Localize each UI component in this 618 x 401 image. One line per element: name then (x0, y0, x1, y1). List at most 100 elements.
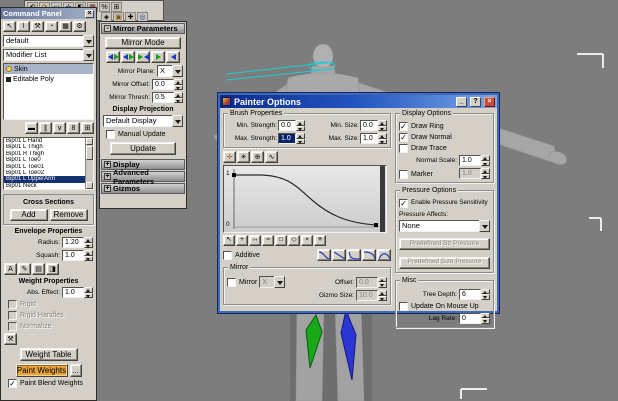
minimize-icon[interactable]: _ (456, 96, 467, 107)
spinner-arrows-icon[interactable] (174, 92, 183, 103)
scroll-thumb[interactable] (86, 146, 93, 160)
tab-modify[interactable]: ⌇ (17, 21, 30, 32)
paste-blue-bones-icon[interactable] (166, 51, 180, 63)
mirror-mode-button[interactable]: Mirror Mode (105, 37, 181, 49)
spinner-arrows-icon[interactable] (378, 276, 387, 288)
expand-icon[interactable]: + (104, 185, 111, 192)
manual-update-checkbox[interactable]: Manual Update (106, 130, 186, 139)
mirror-checkbox[interactable]: Mirror (227, 277, 257, 287)
remove-modifier-icon[interactable]: 8 (67, 122, 80, 134)
chevron-down-icon[interactable] (172, 65, 183, 77)
draw-ring-checkbox[interactable]: ✓ Draw Ring (399, 122, 490, 131)
tab-create[interactable]: ↖ (3, 21, 16, 32)
grid-icon[interactable]: ⊞ (111, 2, 122, 12)
modifier-stack[interactable]: Skin Editable Poly (3, 63, 94, 120)
spinner-arrows-icon[interactable] (481, 312, 490, 324)
mirror-paste-green-blue-icon[interactable] (106, 51, 120, 63)
lag-rate-spinner[interactable]: 0 (459, 312, 490, 324)
chevron-down-icon[interactable] (83, 35, 94, 47)
curve-preset-fast-icon[interactable] (347, 249, 361, 261)
smooth-point-icon[interactable]: ≈ (262, 235, 274, 246)
show-end-result-icon[interactable]: ∥ (39, 122, 52, 134)
corner-point-icon[interactable]: □ (275, 235, 287, 246)
spinner-arrows-icon[interactable] (296, 120, 305, 131)
falloff-graph[interactable]: 1 0 (223, 165, 387, 233)
add-button[interactable]: Add (9, 209, 48, 221)
close-icon[interactable]: × (484, 96, 495, 107)
spinner-arrows-icon[interactable] (481, 288, 490, 300)
display-projection-dropdown[interactable]: Default Display (103, 115, 183, 127)
move-point-icon[interactable]: ✛ (223, 151, 236, 163)
weight-tool-icon[interactable]: ⚒ (4, 333, 17, 345)
gizmo-size-spinner[interactable]: 10.0 (356, 290, 387, 301)
chevron-down-icon[interactable] (274, 276, 286, 288)
rollout-advanced-parameters[interactable]: + Advanced Parameters (101, 168, 185, 186)
paste-green-to-blue-icon[interactable] (121, 51, 135, 63)
add-point-icon[interactable]: ⊕ (251, 151, 264, 163)
remove-button[interactable]: Remove (49, 209, 88, 221)
abs-effect-field[interactable]: 1.0 (62, 287, 84, 298)
normal-scale-spinner[interactable]: 1.0 (459, 155, 490, 166)
pin-stack-icon[interactable]: ▬ (25, 122, 38, 134)
radius-spinner[interactable]: 1.20 (62, 237, 93, 248)
scroll-up-icon[interactable] (86, 138, 93, 145)
mirror-offset-spinner[interactable]: 0.0 (356, 276, 387, 288)
percent-snap-icon[interactable]: % (99, 2, 110, 12)
rigid-checkbox[interactable]: Rigid (8, 300, 96, 309)
bone-list[interactable]: Bip01 L Hand Bip01 L Thigh Bip01 R Thigh… (3, 137, 94, 190)
painter-titlebar[interactable]: Painter Options _ ? × (220, 95, 497, 108)
paint-blend-weights-checkbox[interactable]: ✓ Paint Blend Weights (8, 379, 96, 388)
spinner-arrows-icon[interactable] (84, 237, 93, 248)
close-icon[interactable]: × (85, 9, 94, 18)
stack-item-editable-poly[interactable]: Editable Poly (4, 74, 93, 84)
spinner-arrows-icon[interactable] (84, 287, 93, 298)
paste-envelope-icon[interactable]: ◨ (46, 263, 59, 275)
update-button[interactable]: Update (110, 142, 176, 155)
delete-point-icon[interactable]: × (301, 235, 313, 246)
mirror-thresh-spinner[interactable]: 0.5 (152, 92, 183, 103)
abs-effect-spinner[interactable]: 1.0 (62, 287, 93, 298)
curve-preset-linear-icon[interactable] (332, 249, 346, 261)
min-size-spinner[interactable]: 0.0 (360, 120, 387, 131)
max-size-spinner[interactable]: 1.0 (360, 133, 387, 144)
normalize-checkbox[interactable]: Normalize (8, 322, 96, 331)
chevron-down-icon[interactable] (83, 49, 94, 61)
predefined-str-pressure-button[interactable]: Predefined Str Pressure (399, 238, 490, 251)
spinner-arrows-icon[interactable] (296, 133, 305, 144)
rigid-handles-checkbox[interactable]: Rigid Handles (8, 311, 96, 320)
spinner-arrows-icon[interactable] (378, 133, 387, 144)
spinner-arrows-icon[interactable] (84, 250, 93, 261)
stack-item-skin[interactable]: Skin (4, 64, 93, 74)
tab-utilities[interactable]: ⚙ (73, 21, 86, 32)
scale-point-icon[interactable]: ✳ (237, 151, 250, 163)
additive-checkbox[interactable]: Additive (223, 250, 260, 260)
bezier-point-icon[interactable]: ◇ (288, 235, 300, 246)
squash-field[interactable]: 1.0 (62, 250, 84, 261)
spinner-arrows-icon[interactable] (174, 79, 183, 90)
marker-checkbox[interactable]: Marker (399, 170, 433, 179)
preset-dropdown[interactable]: default (3, 35, 94, 47)
spinner-arrows-icon[interactable] (378, 120, 387, 131)
chevron-down-icon[interactable] (172, 115, 183, 127)
curve-preset-dome-icon[interactable] (377, 249, 391, 261)
marker-spinner[interactable]: 1.0 (459, 168, 490, 179)
move-horizontal-icon[interactable]: ↔ (249, 235, 261, 246)
collapse-icon[interactable]: - (104, 25, 111, 32)
mirror-offset-spinner[interactable]: 0.0 (152, 79, 183, 90)
modifier-list-dropdown[interactable]: Modifier List (3, 49, 94, 61)
chevron-down-icon[interactable] (479, 220, 490, 232)
scroll-down-icon[interactable] (86, 182, 93, 189)
make-unique-icon[interactable]: ∨ (53, 122, 66, 134)
falloff-icon[interactable]: ✎ (18, 263, 31, 275)
pressure-affects-dropdown[interactable]: None (399, 220, 490, 232)
draw-normal-checkbox[interactable]: ✓ Draw Normal (399, 133, 490, 142)
predefined-size-pressure-button[interactable]: Predefined Size Pressure (399, 256, 490, 269)
enable-pressure-checkbox[interactable]: ✓ Enable Pressure Sensitivity (399, 199, 490, 208)
paste-blue-to-green-icon[interactable] (136, 51, 150, 63)
tab-motion[interactable]: ◔ (45, 21, 58, 32)
radius-field[interactable]: 1.20 (62, 237, 84, 248)
absolute-effect-icon[interactable]: A (4, 263, 17, 275)
bulb-icon[interactable] (6, 66, 12, 72)
squash-spinner[interactable]: 1.0 (62, 250, 93, 261)
copy-envelope-icon[interactable]: ▤ (32, 263, 45, 275)
